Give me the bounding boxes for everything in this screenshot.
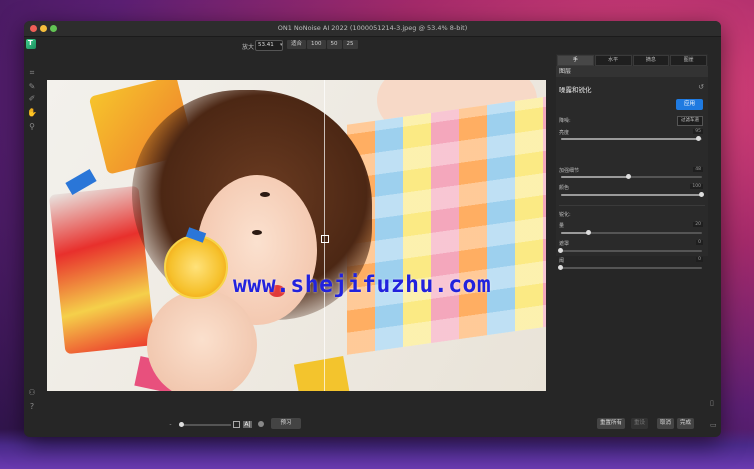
- reset-all-label: 重置所有: [600, 420, 623, 426]
- slider-label: 阈: [559, 258, 565, 264]
- slider-label: 遮罩: [559, 241, 570, 247]
- app-window: ON1 NoNoise AI 2022 (1000051214-3.jpeg @…: [24, 21, 721, 437]
- tab-hand[interactable]: 手: [557, 55, 594, 66]
- hand-icon[interactable]: ✋: [27, 108, 37, 118]
- sharpen-label: 锐化:: [559, 212, 571, 218]
- bottom-bar: - A| 预习 重置所有 重设 取消 完成: [24, 415, 721, 437]
- slider-value[interactable]: 0: [696, 240, 703, 245]
- slider-knob[interactable]: [558, 248, 563, 253]
- zoom-100-button[interactable]: 100: [307, 40, 326, 49]
- tab-info[interactable]: 摘息: [632, 55, 670, 66]
- window-title: ON1 NoNoise AI 2022 (1000051214-3.jpeg @…: [277, 24, 468, 32]
- filter-button[interactable]: 过滤车道: [677, 116, 703, 126]
- slider-fill: [561, 194, 702, 196]
- zoom-fit-button[interactable]: 适合: [287, 40, 307, 49]
- zoom-50-button[interactable]: 50: [326, 40, 342, 49]
- tab-histogram[interactable]: 图崖: [670, 55, 707, 66]
- image-canvas[interactable]: www.shejifuzhu.com: [47, 80, 546, 391]
- slider-knob[interactable]: [699, 192, 704, 197]
- panel-toggle-icon[interactable]: ▯: [710, 399, 714, 407]
- crop-icon[interactable]: ⌗: [27, 68, 37, 78]
- slider-knob[interactable]: [586, 230, 592, 235]
- zoom-tool-icon[interactable]: ⚲: [27, 122, 37, 132]
- slider-value[interactable]: 100: [690, 184, 703, 189]
- apply-label: 应用: [683, 101, 695, 107]
- mask-view-icon[interactable]: [258, 421, 264, 427]
- slider-value[interactable]: 95: [693, 129, 703, 134]
- person-icon[interactable]: ⚇: [27, 388, 37, 398]
- tab-level[interactable]: 水平: [594, 55, 632, 66]
- brush-icon[interactable]: ✎: [27, 82, 37, 92]
- slider-value[interactable]: 48: [693, 167, 703, 172]
- done-label: 完成: [680, 420, 692, 426]
- zoom-out-icon[interactable]: -: [167, 421, 174, 428]
- watermark-text: www.shejifuzhu.com: [233, 272, 492, 298]
- photo-eye: [260, 192, 270, 197]
- slider-knob[interactable]: [558, 265, 563, 270]
- slider-value[interactable]: 0: [696, 257, 703, 262]
- photo-yellow-item: [293, 355, 351, 391]
- brush-size-slider[interactable]: [179, 422, 231, 427]
- panel-tabs: 手 水平 摘息 图崖: [557, 55, 707, 66]
- section-title: 噪露和锐化: [559, 86, 592, 94]
- adjustment-panel: 手 水平 摘息 图崖 图层 噪露和锐化 ↺ 应用 降噪: 过滤车道 亮度 95 …: [556, 54, 708, 270]
- slider-value[interactable]: 20: [693, 222, 703, 227]
- slider-label: 量: [559, 223, 565, 229]
- luminance-slider[interactable]: [561, 136, 702, 141]
- amount-slider[interactable]: [561, 230, 702, 235]
- compare-split-handle[interactable]: [321, 235, 329, 243]
- slider-fill: [561, 232, 590, 234]
- photo-lemon-slice: [164, 235, 228, 299]
- cancel-label: 取消: [660, 420, 672, 426]
- preview-button[interactable]: 预习: [271, 418, 301, 429]
- zoom-select[interactable]: 53.41: [255, 40, 283, 51]
- layers-header[interactable]: 图层: [556, 66, 708, 77]
- chevron-down-icon[interactable]: ▾: [280, 42, 283, 48]
- slider-knob[interactable]: [179, 422, 184, 427]
- slider-label: 加强细节: [559, 168, 580, 174]
- brush-adjust-icon[interactable]: ✐: [27, 94, 37, 104]
- zoom-buttons: 适合 100 50 25: [287, 40, 358, 49]
- preview-label: 预习: [280, 420, 292, 426]
- reset-label: 重设: [634, 420, 646, 426]
- tool-sidebar: ⌗ ✎ ✐ ✋ ⚲ ⚇ ?: [24, 36, 42, 437]
- photo-hand: [147, 290, 257, 391]
- zoom-label: 放大: [242, 44, 255, 51]
- slider-fill: [561, 138, 700, 140]
- color-slider[interactable]: [561, 192, 704, 197]
- threshold-slider[interactable]: [558, 265, 702, 270]
- reset-icon[interactable]: ↺: [698, 83, 704, 91]
- cancel-button[interactable]: 取消: [657, 418, 675, 429]
- divider: [559, 205, 705, 206]
- zoom-25-button[interactable]: 25: [342, 40, 358, 49]
- photo-plaid-shirt: [347, 95, 546, 355]
- slider-knob[interactable]: [625, 174, 631, 179]
- help-icon[interactable]: ?: [27, 402, 37, 412]
- app-logo-icon: [26, 39, 36, 49]
- mask-slider[interactable]: [558, 248, 702, 253]
- title-bar: ON1 NoNoise AI 2022 (1000051214-3.jpeg @…: [24, 21, 721, 37]
- done-button[interactable]: 完成: [677, 418, 695, 429]
- reset-all-button[interactable]: 重置所有: [597, 418, 626, 429]
- slider-label: 亮度: [559, 130, 570, 136]
- apply-button[interactable]: 应用: [676, 99, 703, 110]
- noise-label: 降噪:: [559, 118, 571, 124]
- detail-slider[interactable]: [561, 174, 702, 179]
- compare-view-icon[interactable]: A|: [243, 421, 252, 428]
- photo-eye: [252, 230, 262, 235]
- reset-button[interactable]: 重设: [631, 418, 649, 429]
- single-view-icon[interactable]: [233, 421, 240, 428]
- slider-knob[interactable]: [696, 136, 702, 141]
- slider-label: 颜色: [559, 185, 570, 191]
- slider-fill: [561, 176, 629, 178]
